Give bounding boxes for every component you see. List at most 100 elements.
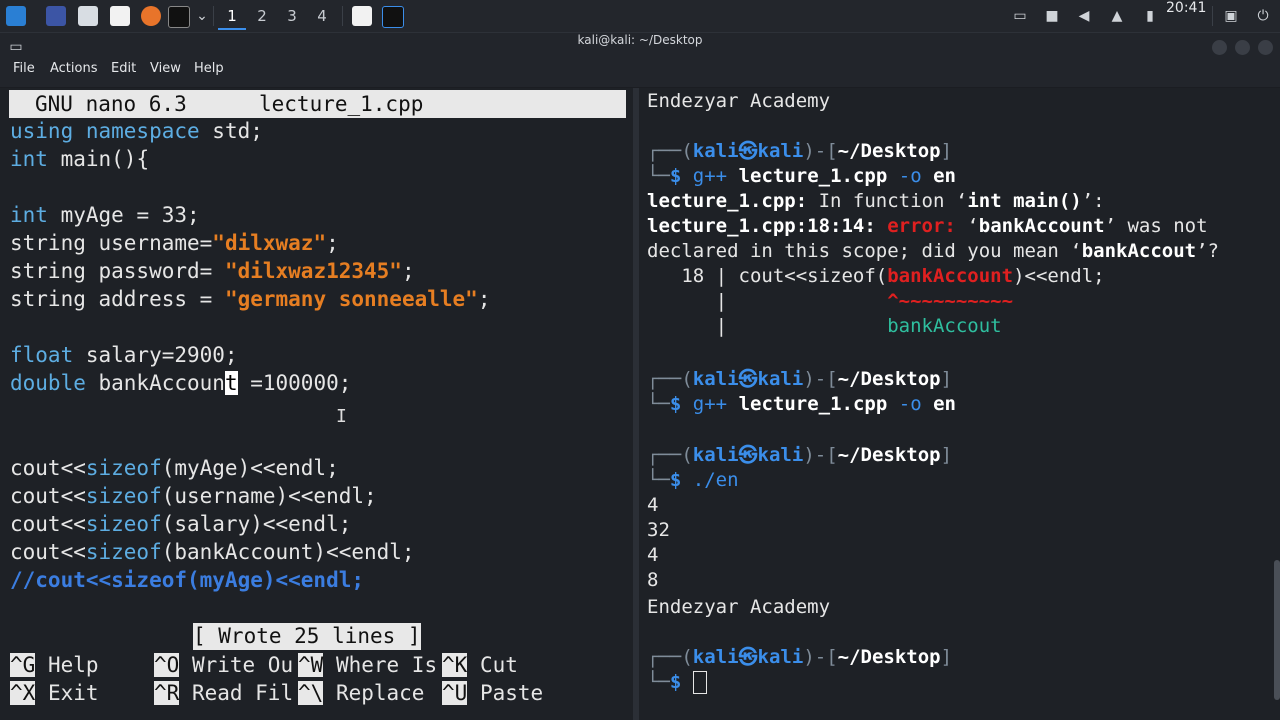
power-icon[interactable]: ⏻ <box>1253 6 1273 26</box>
code-line[interactable]: float salary=2900; <box>10 341 238 369</box>
shortcut-key: ^W <box>298 653 324 677</box>
screen-icon[interactable]: ▭ <box>1010 6 1030 26</box>
prompt-line: ┌──(kali㉿kali)-[~/Desktop] <box>647 646 953 668</box>
prompt-user: kali <box>692 646 739 668</box>
code-token: double <box>10 371 86 395</box>
output-token: lecture_1.cpp: <box>647 190 808 212</box>
lock-icon[interactable]: ▣ <box>1221 6 1241 26</box>
code-token: cout<< <box>10 540 86 564</box>
camera-icon[interactable]: ■ <box>1042 6 1062 26</box>
nano-version: GNU nano 6.3 <box>35 92 187 116</box>
menu-edit[interactable]: Edit <box>111 61 136 76</box>
prompt-line: ┌──(kali㉿kali)-[~/Desktop] <box>647 140 953 162</box>
command-line: └─$ g++ lecture_1.cpp -o en <box>647 393 956 415</box>
shortcut-cut[interactable]: ^K Cut <box>442 651 518 679</box>
code-token: "germany sonneealle" <box>224 287 478 311</box>
chevron-down-icon[interactable]: ⌄ <box>192 6 212 26</box>
command-line[interactable]: └─$ <box>647 670 707 695</box>
code-line[interactable]: int main(){ <box>10 145 149 173</box>
output-token: ’ was not <box>1104 215 1208 237</box>
menu-help[interactable]: Help <box>194 61 224 76</box>
code-line[interactable]: cout<<sizeof(bankAccount)<<endl; <box>10 538 415 566</box>
maximize-button[interactable] <box>1235 40 1250 55</box>
code-line[interactable]: //cout<<sizeof(myAge)<<endl; <box>10 566 364 594</box>
menu-view[interactable]: View <box>150 61 181 76</box>
shortcut-write-out[interactable]: ^O Write Ou <box>154 651 293 679</box>
taskbar-editor-icon[interactable] <box>352 6 372 26</box>
workspace-3[interactable]: 3 <box>278 4 306 28</box>
nano-status-message: [ Wrote 25 lines ] <box>193 623 421 650</box>
code-line[interactable]: string address = "germany sonneealle"; <box>10 285 490 313</box>
code-line[interactable]: int myAge = 33; <box>10 201 200 229</box>
workspace-2[interactable]: 2 <box>248 4 276 28</box>
output-token: | <box>647 315 888 337</box>
window-titlebar[interactable]: ▭ kali@kali: ~/Desktop <box>0 33 1280 61</box>
shortcut-read-file[interactable]: ^R Read Fil <box>154 679 293 707</box>
program-output: 4 <box>647 544 659 566</box>
output-token: bankAccout <box>1081 240 1197 262</box>
output-token: 18 | cout<<sizeof( <box>647 265 888 287</box>
code-token: (myAge)<<endl; <box>161 456 339 480</box>
code-token: string address = <box>10 287 225 311</box>
cmd-file: lecture_1.cpp <box>738 393 888 415</box>
firefox-icon[interactable] <box>141 6 161 26</box>
command-line: └─$ g++ lecture_1.cpp -o en <box>647 165 956 187</box>
battery-icon[interactable]: ▮ <box>1140 6 1160 26</box>
shortcut-key: ^K <box>442 653 468 677</box>
kali-menu-icon[interactable] <box>6 6 26 26</box>
panel-separator <box>1212 6 1213 26</box>
workspace-4[interactable]: 4 <box>308 4 336 28</box>
shortcut-where-is[interactable]: ^W Where Is <box>298 651 437 679</box>
nano-header: GNU nano 6.3 lecture_1.cpp <box>9 90 626 118</box>
output-token: ’? <box>1196 240 1219 262</box>
volume-icon[interactable]: ◀ <box>1074 6 1094 26</box>
prompt-path: ~/Desktop <box>837 444 941 466</box>
code-token: ; <box>326 231 339 255</box>
file-manager-icon[interactable] <box>78 6 98 26</box>
shortcut-exit[interactable]: ^X Exit <box>10 679 99 707</box>
scrollbar[interactable] <box>1274 560 1280 700</box>
menu-actions[interactable]: Actions <box>50 61 98 76</box>
shortcut-key: ^O <box>154 653 180 677</box>
code-line[interactable]: double bankAccount =100000; <box>10 369 351 397</box>
nano-editor-pane[interactable]: GNU nano 6.3 lecture_1.cpp using namespac… <box>0 88 633 720</box>
code-line[interactable]: cout<<sizeof(salary)<<endl; <box>10 510 351 538</box>
shortcut-replace[interactable]: ^\ Replace <box>298 679 424 707</box>
notification-bell-icon[interactable]: ▲ <box>1107 6 1127 26</box>
terminal-launcher-icon[interactable] <box>168 6 190 28</box>
code-comment: //cout<<sizeof(myAge)<<endl; <box>10 568 365 592</box>
close-button[interactable] <box>1258 40 1273 55</box>
show-desktop-icon[interactable] <box>46 6 66 26</box>
output-token: ’: <box>1081 190 1105 212</box>
output-token: | <box>647 290 888 312</box>
taskbar-terminal-icon[interactable] <box>382 6 404 28</box>
code-token: int <box>10 203 48 227</box>
prompt-host: kali <box>757 444 804 466</box>
program-output: 32 <box>647 519 670 541</box>
code-token: float <box>10 343 74 367</box>
nano-filename: lecture_1.cpp <box>259 92 424 116</box>
minimize-button[interactable] <box>1212 40 1227 55</box>
code-token: (username)<<endl; <box>161 484 377 508</box>
shortcut-paste[interactable]: ^U Paste <box>442 679 543 707</box>
clock[interactable]: 20:41 <box>1166 0 1206 32</box>
menu-file[interactable]: File <box>13 61 35 76</box>
prompt-host: kali <box>757 646 804 668</box>
prompt-user: kali <box>692 140 739 162</box>
shortcut-label: Where Is <box>335 653 438 677</box>
code-line[interactable]: string username="dilxwaz"; <box>10 229 339 257</box>
code-line[interactable]: string password= "dilxwaz12345"; <box>10 257 415 285</box>
terminal-pane[interactable]: Endezyar Academy ┌──(kali㉿kali)-[~/Deskt… <box>639 88 1280 720</box>
output-token: ‘ <box>955 215 979 237</box>
text-editor-icon[interactable] <box>110 6 130 26</box>
code-line[interactable]: cout<<sizeof(username)<<endl; <box>10 482 377 510</box>
output-token: bankAccount <box>978 215 1105 237</box>
code-line[interactable]: using namespace std; <box>10 117 263 145</box>
shortcut-label: Exit <box>47 681 99 705</box>
code-token: std; <box>199 119 263 143</box>
compiler-output: 18 | cout<<sizeof(bankAccount)<<endl; <box>647 264 1104 289</box>
workspace-1[interactable]: 1 <box>218 4 246 30</box>
shortcut-help[interactable]: ^G Help <box>10 651 99 679</box>
shortcut-label: Cut <box>479 653 518 677</box>
code-line[interactable]: cout<<sizeof(myAge)<<endl; <box>10 454 339 482</box>
